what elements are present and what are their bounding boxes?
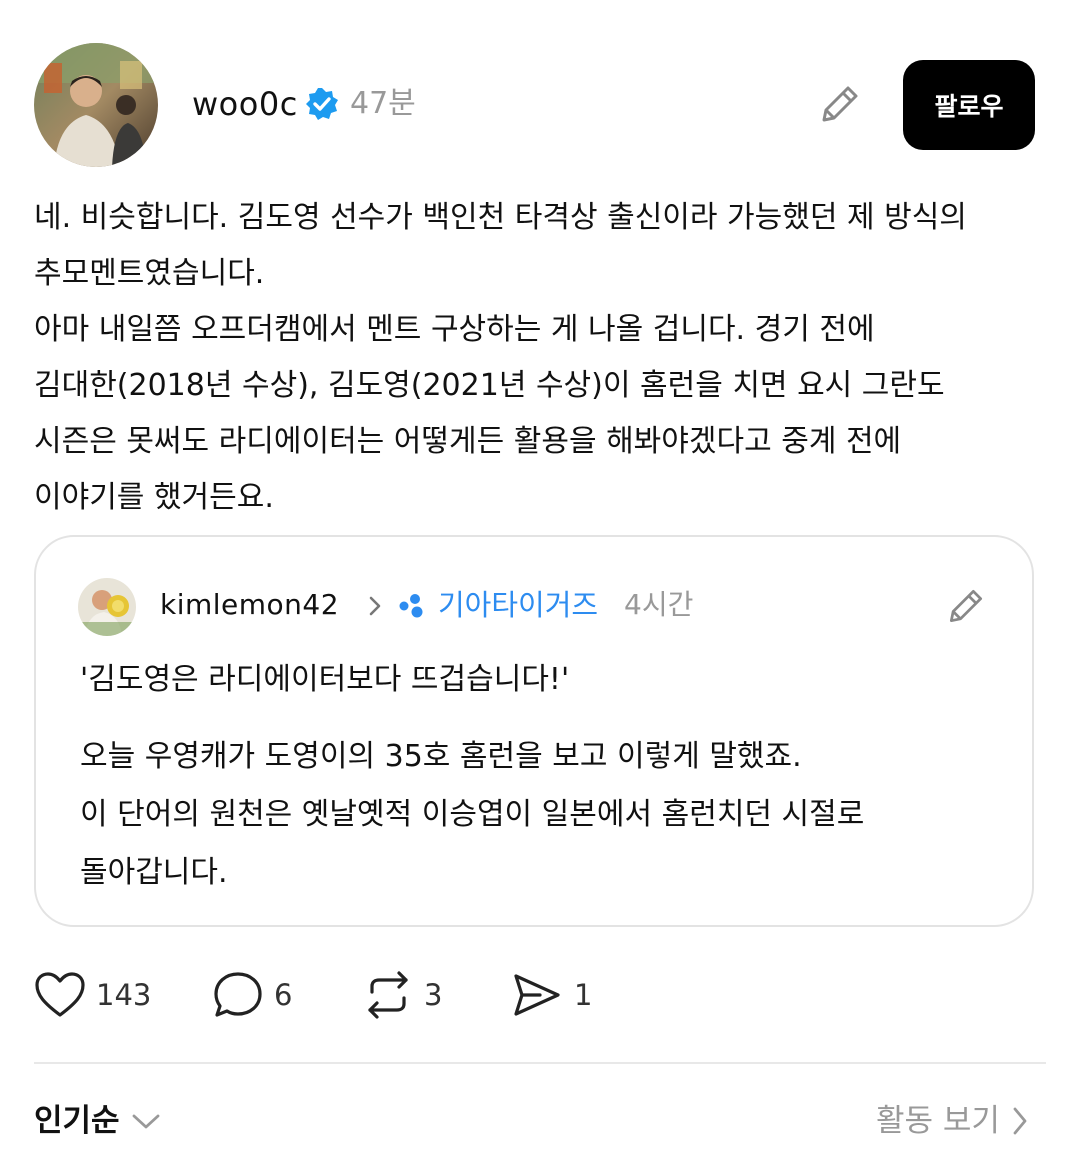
follow-button[interactable]: 팔로우 [903, 60, 1035, 150]
quoted-line: 오늘 우영캐가 도영이의 35호 홈런을 보고 이렇게 말했죠. [80, 739, 802, 774]
reply-count: 6 [274, 978, 293, 1012]
community-dots-icon [398, 592, 430, 620]
chevron-right-icon [1013, 1107, 1027, 1135]
quoted-line: 이 단어의 원천은 옛날옛적 이승엽이 일본에서 홈런치던 시절로 [80, 797, 865, 832]
repost-count: 3 [424, 978, 443, 1012]
post-line: 네. 비슷합니다. 김도영 선수가 백인천 타격상 출신이라 가능했던 제 방식… [34, 200, 967, 235]
quoted-headline: '김도영은 라디에이터보다 뜨겁습니다!' [80, 662, 570, 697]
send-icon [514, 974, 560, 1016]
quoted-author-avatar[interactable] [78, 578, 136, 636]
view-activity-link[interactable]: 활동 보기 [876, 1098, 1030, 1144]
post-line: 김대한(2018년 수상), 김도영(2021년 수상)이 홈런을 치면 요시 … [34, 368, 945, 403]
comment-icon [214, 972, 262, 1017]
like-count: 143 [96, 978, 152, 1012]
verified-badge-icon [304, 86, 340, 122]
author-username[interactable]: woo0c [192, 82, 298, 126]
sort-dropdown[interactable]: 인기순 [34, 1098, 162, 1144]
post-line: 시즌은 못써도 라디에이터는 어떻게든 활용을 해봐야겠다고 중계 전에 [34, 424, 902, 459]
author-avatar[interactable] [34, 43, 158, 167]
quoted-line: 돌아갑니다. [80, 855, 228, 890]
sort-label: 인기순 [34, 1103, 120, 1139]
chevron-down-icon [132, 1114, 159, 1129]
chevron-right-icon [364, 594, 386, 618]
post-line: 아마 내일쯤 오프더캠에서 멘트 구상하는 게 나올 겁니다. 경기 전에 [34, 312, 875, 347]
post-body: 네. 비슷합니다. 김도영 선수가 백인천 타격상 출신이라 가능했던 제 방식… [34, 190, 1044, 526]
post-line: 이야기를 했거든요. [34, 480, 274, 515]
quoted-post-time: 4시간 [624, 588, 694, 621]
repost-button[interactable]: 3 [362, 968, 442, 1022]
community-tag[interactable]: 기아타이거즈 [438, 585, 598, 625]
share-count: 1 [574, 978, 593, 1012]
reply-button[interactable]: 6 [212, 968, 292, 1022]
repost-icon [368, 971, 408, 1019]
post-time: 47분 [350, 86, 416, 121]
post-line: 추모멘트였습니다. [34, 256, 265, 291]
activity-label: 활동 보기 [876, 1103, 1000, 1139]
like-button[interactable]: 143 [34, 968, 151, 1022]
pencil-icon[interactable] [816, 80, 864, 128]
quoted-username[interactable]: kimlemon42 [160, 585, 339, 625]
quoted-body: 오늘 우영캐가 도영이의 35호 홈런을 보고 이렇게 말했죠. 이 단어의 원… [80, 728, 1020, 902]
share-button[interactable]: 1 [510, 968, 592, 1022]
divider [34, 1062, 1046, 1064]
pencil-icon[interactable] [944, 584, 988, 628]
thread-post-screen: woo0c 47분 팔로우 네. 비슷합니다. 김도영 선수가 백인천 타격상 … [0, 0, 1080, 1172]
heart-icon [35, 972, 85, 1017]
